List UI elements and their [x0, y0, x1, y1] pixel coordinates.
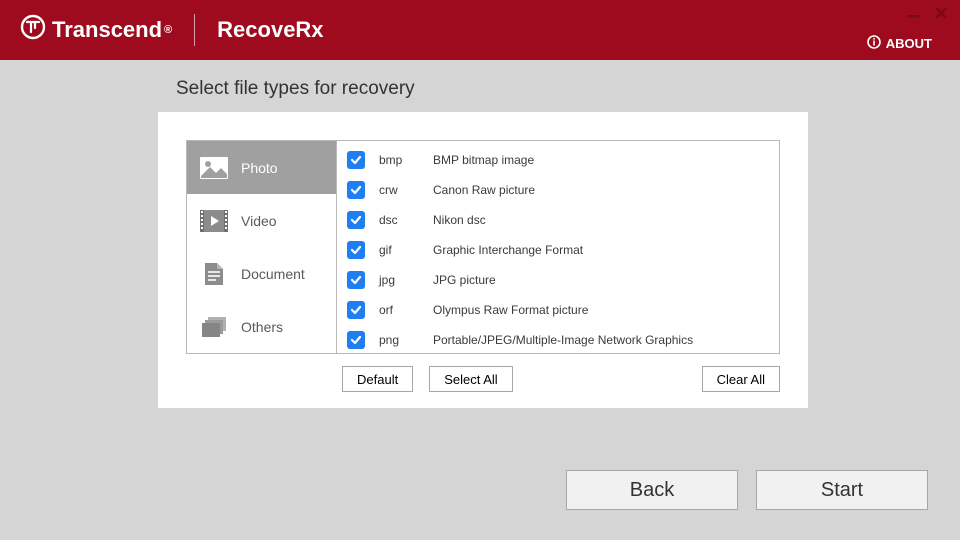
checkbox[interactable]	[347, 301, 365, 319]
footer-buttons: Back Start	[566, 470, 928, 510]
document-icon	[197, 261, 231, 287]
default-label: Default	[357, 372, 398, 387]
file-ext: png	[379, 333, 433, 347]
file-row[interactable]: orf Olympus Raw Format picture	[337, 295, 779, 325]
file-list-container: bmp BMP bitmap image crw Canon Raw pictu…	[337, 141, 779, 353]
video-icon	[197, 209, 231, 233]
stack-icon	[197, 315, 231, 339]
file-ext: gif	[379, 243, 433, 257]
back-label: Back	[630, 479, 674, 502]
about-button[interactable]: ABOUT	[867, 35, 932, 52]
file-ext: orf	[379, 303, 433, 317]
window-controls	[906, 6, 948, 20]
file-list[interactable]: bmp BMP bitmap image crw Canon Raw pictu…	[337, 141, 779, 353]
file-desc: Canon Raw picture	[433, 183, 535, 197]
checkbox[interactable]	[347, 211, 365, 229]
close-icon[interactable]	[934, 6, 948, 20]
category-photo[interactable]: Photo	[187, 141, 336, 194]
recovery-panel: Photo Video Document Others	[158, 112, 808, 408]
brand-name: Transcend	[52, 17, 162, 43]
category-list: Photo Video Document Others	[187, 141, 337, 353]
category-video[interactable]: Video	[187, 194, 336, 247]
transcend-logo-icon	[20, 14, 46, 46]
category-label: Document	[241, 266, 305, 282]
select-all-label: Select All	[444, 372, 497, 387]
category-label: Video	[241, 213, 277, 229]
info-icon	[867, 35, 881, 52]
category-others[interactable]: Others	[187, 300, 336, 353]
select-all-button[interactable]: Select All	[429, 366, 512, 392]
category-label: Others	[241, 319, 283, 335]
file-row[interactable]: crw Canon Raw picture	[337, 175, 779, 205]
file-desc: Nikon dsc	[433, 213, 486, 227]
registered-mark: ®	[164, 24, 172, 36]
file-desc: Graphic Interchange Format	[433, 243, 583, 257]
category-document[interactable]: Document	[187, 247, 336, 300]
category-label: Photo	[241, 160, 278, 176]
page-title: Select file types for recovery	[176, 78, 960, 100]
file-row[interactable]: bmp BMP bitmap image	[337, 145, 779, 175]
file-row[interactable]: gif Graphic Interchange Format	[337, 235, 779, 265]
checkbox[interactable]	[347, 271, 365, 289]
default-button[interactable]: Default	[342, 366, 413, 392]
file-row[interactable]: png Portable/JPEG/Multiple-Image Network…	[337, 325, 779, 353]
brand-logo: Transcend ®	[20, 14, 172, 46]
file-row[interactable]: jpg JPG picture	[337, 265, 779, 295]
brand-group: Transcend ® RecoveRx	[0, 14, 324, 46]
clear-all-label: Clear All	[717, 372, 765, 387]
header-divider	[194, 14, 195, 46]
product-name: RecoveRx	[217, 17, 323, 43]
file-ext: crw	[379, 183, 433, 197]
checkbox[interactable]	[347, 181, 365, 199]
clear-all-button[interactable]: Clear All	[702, 366, 780, 392]
panel-inner: Photo Video Document Others	[186, 140, 780, 354]
file-ext: dsc	[379, 213, 433, 227]
photo-icon	[197, 156, 231, 180]
file-desc: Olympus Raw Format picture	[433, 303, 588, 317]
checkbox[interactable]	[347, 151, 365, 169]
file-desc: JPG picture	[433, 273, 496, 287]
start-label: Start	[821, 479, 863, 502]
checkbox[interactable]	[347, 331, 365, 349]
checkbox[interactable]	[347, 241, 365, 259]
file-ext: bmp	[379, 153, 433, 167]
panel-button-row: Default Select All Clear All	[186, 366, 780, 394]
about-label: ABOUT	[886, 36, 932, 51]
start-button[interactable]: Start	[756, 470, 928, 510]
minimize-icon[interactable]	[906, 6, 920, 20]
file-row[interactable]: dsc Nikon dsc	[337, 205, 779, 235]
file-desc: Portable/JPEG/Multiple-Image Network Gra…	[433, 333, 693, 347]
page-title-row: Select file types for recovery	[0, 60, 960, 100]
file-desc: BMP bitmap image	[433, 153, 534, 167]
app-header: Transcend ® RecoveRx ABOUT	[0, 0, 960, 60]
file-ext: jpg	[379, 273, 433, 287]
back-button[interactable]: Back	[566, 470, 738, 510]
